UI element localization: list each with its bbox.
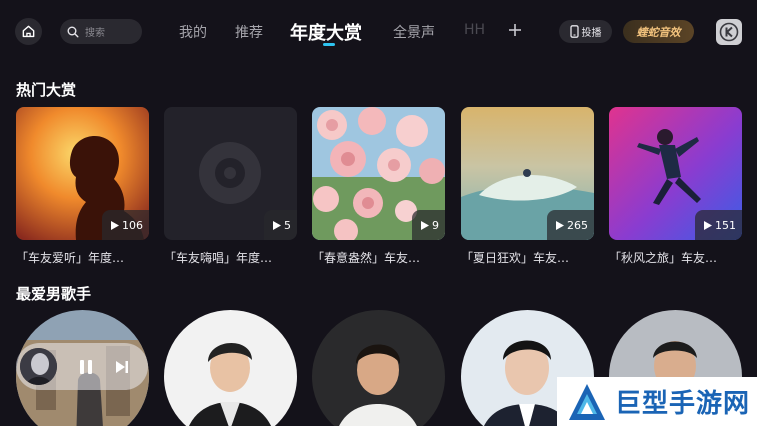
play-icon — [704, 220, 712, 230]
playlist-cover: 151 — [609, 107, 742, 240]
tab-recommend[interactable]: 推荐 — [235, 22, 263, 42]
sound-effect-label: 蝰蛇音效 — [636, 25, 681, 39]
play-count: 151 — [715, 218, 736, 232]
playlist-title: 「车友嗨唱」年度… — [164, 251, 273, 265]
playlist-card[interactable]: 9 「春意盎然」车友… — [312, 107, 445, 266]
playlist-cover: 9 — [312, 107, 445, 240]
search-input[interactable]: 搜索 — [60, 19, 142, 44]
singer-avatar[interactable] — [312, 310, 445, 426]
play-count: 5 — [284, 218, 291, 232]
tab-panoramic-sound[interactable]: 全景声 — [393, 22, 435, 42]
pause-icon[interactable] — [79, 359, 93, 375]
play-icon — [556, 220, 564, 230]
play-count: 106 — [122, 218, 143, 232]
watermark-logo-icon — [569, 383, 605, 420]
active-tab-indicator — [323, 43, 335, 46]
now-playing-art-graphic — [20, 348, 57, 385]
next-track-icon[interactable] — [115, 360, 129, 374]
search-placeholder: 搜索 — [85, 28, 105, 39]
playlist-cover: 5 — [164, 107, 297, 240]
tab-hh[interactable]: HH — [464, 22, 485, 38]
playlist-title: 「春意盎然」车友… — [312, 251, 421, 265]
playlist-title: 「秋风之旅」车友… — [609, 251, 718, 265]
k-logo-icon — [719, 22, 739, 42]
cast-button[interactable]: 投播 — [559, 20, 612, 43]
home-button[interactable] — [15, 18, 42, 45]
singer-avatar[interactable] — [164, 310, 297, 426]
singer-photo — [312, 310, 445, 426]
playlist-card[interactable]: 5 「车友嗨唱」年度… — [164, 107, 297, 266]
play-icon — [273, 220, 281, 230]
site-watermark: 巨型手游网 — [557, 377, 757, 426]
play-icon — [111, 220, 119, 230]
now-playing-artwork[interactable] — [20, 348, 57, 385]
playlist-title: 「夏日狂欢」车友… — [461, 251, 570, 265]
playlist-title: 「车友爱听」年度… — [16, 251, 125, 265]
playlist-cover: 265 — [461, 107, 594, 240]
k-song-button[interactable] — [716, 19, 742, 45]
cast-label: 投播 — [581, 28, 602, 39]
singer-photo — [164, 310, 297, 426]
add-tab-button[interactable] — [508, 18, 522, 42]
play-icon — [421, 220, 429, 230]
playlist-card[interactable]: 151 「秋风之旅」车友… — [609, 107, 742, 266]
tab-mine[interactable]: 我的 — [179, 22, 207, 42]
mini-player[interactable] — [16, 343, 148, 390]
top-bar: 搜索 我的 推荐 年度大赏 全景声 HH 投播 蝰蛇音效 — [0, 0, 757, 64]
favorite-male-singers-title: 最爱男歌手 — [16, 285, 92, 303]
play-count-badge: 106 — [102, 210, 149, 240]
play-count: 9 — [432, 218, 439, 232]
sound-effect-button[interactable]: 蝰蛇音效 — [623, 20, 694, 43]
play-count-badge: 5 — [264, 210, 297, 240]
search-icon — [67, 26, 79, 38]
play-count-badge: 265 — [547, 210, 594, 240]
watermark-text: 巨型手游网 — [615, 389, 751, 419]
tab-annual-awards[interactable]: 年度大赏 — [290, 19, 362, 45]
hot-awards-title: 热门大赏 — [16, 81, 77, 99]
phone-icon — [569, 25, 579, 38]
play-count-badge: 151 — [695, 210, 742, 240]
play-count: 265 — [567, 218, 588, 232]
playlist-card[interactable]: 106 「车友爱听」年度… — [16, 107, 149, 266]
plus-icon — [509, 24, 521, 36]
playlist-cover: 106 — [16, 107, 149, 240]
play-count-badge: 9 — [412, 210, 445, 240]
playlist-card[interactable]: 265 「夏日狂欢」车友… — [461, 107, 594, 266]
home-icon — [22, 25, 35, 38]
